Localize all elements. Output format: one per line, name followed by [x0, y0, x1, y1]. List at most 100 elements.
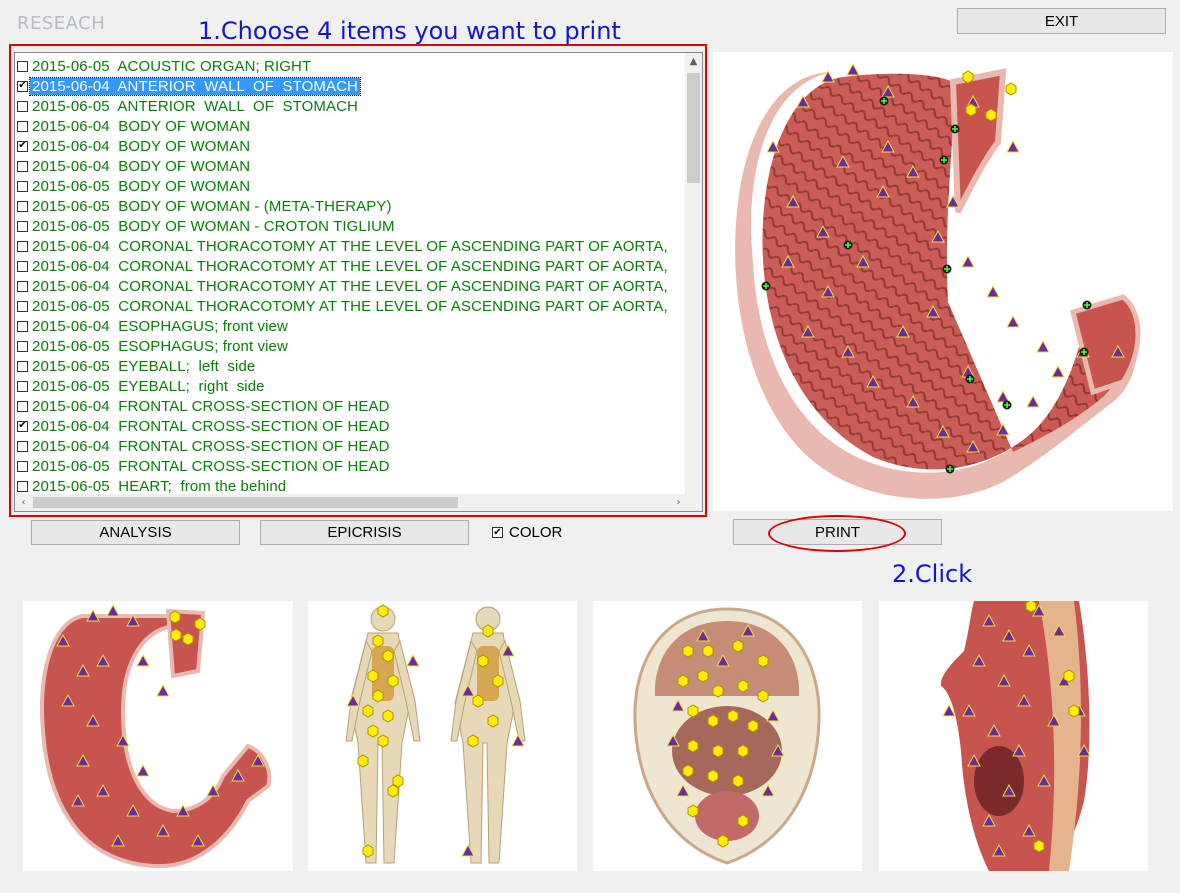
color-checkbox-box[interactable]: ✔ [492, 527, 503, 538]
horizontal-scrollbar[interactable]: ‹ › [15, 494, 687, 511]
epicrisis-button[interactable]: EPICRISIS [260, 520, 469, 545]
list-item[interactable]: 2015-06-04 ESOPHAGUS; front view [17, 316, 687, 336]
hexagon-marker-icon [727, 709, 739, 723]
list-item-checkbox[interactable] [17, 200, 28, 212]
list-item-checkbox[interactable] [17, 460, 28, 472]
hexagon-marker-icon [170, 628, 182, 642]
list-item-label: 2015-06-04 FRONTAL CROSS-SECTION OF HEAD [32, 437, 390, 455]
list-item[interactable]: 2015-06-05 EYEBALL; left side [17, 356, 687, 376]
list-item-checkbox[interactable] [17, 300, 28, 312]
hexagon-marker-icon [717, 834, 729, 848]
list-item-checkbox[interactable] [17, 360, 28, 372]
list-item[interactable]: 2015-06-04 BODY OF WOMAN [17, 116, 687, 136]
hexagon-marker-icon [169, 610, 181, 624]
instruction-step-1: 1.Choose 4 items you want to print [198, 17, 621, 45]
list-item-label: 2015-06-05 EYEBALL; left side [32, 357, 256, 375]
hexagon-marker-icon [712, 744, 724, 758]
list-item-checkbox[interactable] [17, 340, 28, 352]
hexagon-marker-icon [757, 654, 769, 668]
list-item-checkbox[interactable] [17, 120, 28, 132]
list-item-checkbox[interactable] [17, 180, 28, 192]
list-item-checkbox[interactable] [17, 380, 28, 392]
hexagon-marker-icon [697, 669, 709, 683]
hexagon-marker-icon [1063, 669, 1075, 683]
thumbnail-coronal-thoracotomy[interactable] [879, 599, 1148, 871]
list-item-label: 2015-06-04 BODY OF WOMAN [32, 157, 251, 175]
list-item-checkbox[interactable] [17, 260, 28, 272]
list-item[interactable]: 2015-06-05 FRONTAL CROSS-SECTION OF HEAD [17, 456, 687, 476]
list-item-label: 2015-06-04 CORONAL THORACOTOMY AT THE LE… [32, 257, 668, 275]
list-item[interactable]: 2015-06-04 FRONTAL CROSS-SECTION OF HEAD [17, 436, 687, 456]
list-item-checkbox[interactable] [17, 100, 28, 112]
color-checkbox[interactable]: ✔ COLOR [492, 524, 562, 541]
list-item[interactable]: 2015-06-04 CORONAL THORACOTOMY AT THE LE… [17, 236, 687, 256]
list-item-checkbox[interactable] [17, 240, 28, 252]
scroll-up-icon[interactable]: ▲ [685, 53, 702, 70]
list-item[interactable]: 2015-06-05 HEART; from the behind [17, 476, 687, 496]
list-item[interactable]: ✔ 2015-06-04 FRONTAL CROSS-SECTION OF HEA… [17, 416, 687, 436]
exit-button[interactable]: EXIT [957, 8, 1166, 34]
hexagon-marker-icon [757, 689, 769, 703]
list-item[interactable]: 2015-06-04 CORONAL THORACOTOMY AT THE LE… [17, 276, 687, 296]
triangle-marker-icon [406, 654, 420, 667]
hexagon-marker-icon [487, 714, 499, 728]
list-item-checkbox[interactable] [17, 440, 28, 452]
list-item-checkbox[interactable] [17, 280, 28, 292]
vertical-scroll-thumb[interactable] [687, 73, 700, 183]
list-item[interactable]: ✔ 2015-06-04 BODY OF WOMAN [17, 136, 687, 156]
list-item[interactable]: ✔ 2015-06-04 ANTERIOR WALL OF STOMACH [17, 76, 687, 96]
hexagon-marker-icon [382, 709, 394, 723]
list-item[interactable]: 2015-06-05 ESOPHAGUS; front view [17, 336, 687, 356]
list-item[interactable]: 2015-06-05 BODY OF WOMAN [17, 176, 687, 196]
print-button[interactable]: PRINT [733, 519, 942, 545]
thumbnail-stomach[interactable] [23, 601, 293, 871]
hexagon-marker-icon [492, 674, 504, 688]
list-item[interactable]: 2015-06-05 CORONAL THORACOTOMY AT THE LE… [17, 296, 687, 316]
plus-marker-icon [842, 239, 854, 251]
vertical-scrollbar[interactable]: ▲ [685, 53, 702, 495]
triangle-marker-icon [106, 604, 120, 617]
list-item[interactable]: 2015-06-04 BODY OF WOMAN [17, 156, 687, 176]
hexagon-marker-icon [732, 774, 744, 788]
hexagon-marker-icon [1005, 82, 1017, 96]
scroll-left-icon[interactable]: ‹ [15, 494, 32, 511]
list-item-checkbox[interactable]: ✔ [17, 140, 28, 152]
list-item-checkbox[interactable] [17, 320, 28, 332]
list-item-checkbox[interactable] [17, 220, 28, 232]
list-item[interactable]: 2015-06-05 BODY OF WOMAN - (META-THERAPY… [17, 196, 687, 216]
hexagon-marker-icon [962, 70, 974, 84]
list-item[interactable]: 2015-06-04 CORONAL THORACOTOMY AT THE LE… [17, 256, 687, 276]
list-item-label: 2015-06-04 ANTERIOR WALL OF STOMACH [29, 76, 361, 96]
list-item-checkbox[interactable] [17, 160, 28, 172]
list-item[interactable]: 2015-06-05 BODY OF WOMAN - CROTON TIGLIU… [17, 216, 687, 236]
list-item-checkbox[interactable] [17, 60, 28, 72]
list-item[interactable]: 2015-06-05 ACOUSTIC ORGAN; RIGHT [17, 56, 687, 76]
list-item[interactable]: 2015-06-05 EYEBALL; right side [17, 376, 687, 396]
thumbnail-head-cross-section[interactable] [593, 601, 862, 871]
list-item[interactable]: 2015-06-05 ANTERIOR WALL OF STOMACH [17, 96, 687, 116]
list-item-label: 2015-06-05 BODY OF WOMAN - CROTON TIGLIU… [32, 217, 395, 235]
list-item-checkbox[interactable] [17, 480, 28, 492]
hexagon-marker-icon [707, 714, 719, 728]
thumbnail-body-of-woman[interactable] [308, 601, 577, 871]
plus-marker-icon [1081, 299, 1093, 311]
list-item-checkbox[interactable] [17, 400, 28, 412]
list-item-checkbox[interactable]: ✔ [17, 420, 28, 432]
hexagon-marker-icon [677, 674, 689, 688]
instruction-step-2: 2.Click [892, 560, 973, 588]
session-list[interactable]: 2015-06-05 ACOUSTIC ORGAN; RIGHT ✔ 2015-06… [14, 52, 703, 512]
triangle-marker-icon [986, 285, 1000, 298]
list-item-label: 2015-06-05 ANTERIOR WALL OF STOMACH [32, 97, 358, 115]
analysis-button[interactable]: ANALYSIS [31, 520, 240, 545]
hexagon-marker-icon [732, 639, 744, 653]
hexagon-marker-icon [682, 644, 694, 658]
hexagon-marker-icon [377, 734, 389, 748]
horizontal-scroll-thumb[interactable] [33, 497, 458, 508]
triangle-marker-icon [996, 390, 1010, 403]
plus-marker-icon [1078, 346, 1090, 358]
list-item[interactable]: 2015-06-04 FRONTAL CROSS-SECTION OF HEAD [17, 396, 687, 416]
list-item-label: 2015-06-04 BODY OF WOMAN [32, 137, 251, 155]
hexagon-marker-icon [367, 669, 379, 683]
plus-marker-icon [760, 280, 772, 292]
list-item-checkbox[interactable]: ✔ [17, 80, 28, 92]
